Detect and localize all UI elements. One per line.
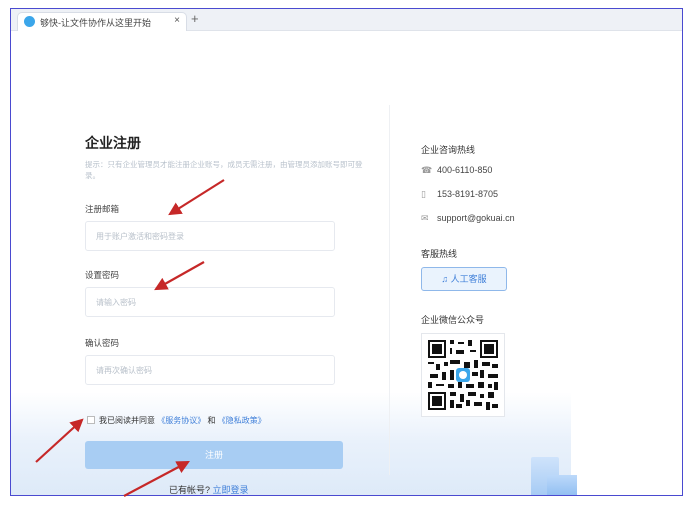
customer-service-label: 人工客服 <box>450 274 487 284</box>
email-label: 注册邮箱 <box>85 204 120 214</box>
tab-bar: 够快-让文件协作从这里开始 × + <box>11 9 682 31</box>
password-placeholder: 请输入密码 <box>96 298 136 307</box>
qr-code <box>421 333 505 417</box>
email-field[interactable]: 用于账户激活和密码登录 <box>85 221 335 251</box>
agree-text: 我已阅读并同意 <box>99 416 155 425</box>
register-button[interactable]: 注册 <box>85 441 343 469</box>
confirm-password-label: 确认密码 <box>85 338 120 348</box>
hotline-title: 企业咨询热线 <box>421 145 476 155</box>
wechat-title: 企业微信公众号 <box>421 315 485 325</box>
agree-checkbox[interactable] <box>87 416 95 424</box>
tab-close-icon[interactable]: × <box>174 15 180 26</box>
login-prompt: 已有帐号? 立即登录 <box>169 483 249 495</box>
terms-link[interactable]: 《服务协议》 <box>157 416 205 425</box>
phone-number: 400-6110-850 <box>437 165 493 175</box>
customer-service-button[interactable]: ♫ 人工客服 <box>421 267 507 291</box>
password-label: 设置密码 <box>85 270 120 280</box>
browser-window: 够快-让文件协作从这里开始 × + 企业注册 提示：只有企业管理员才能注册企业账… <box>10 8 683 496</box>
decorative-block <box>547 475 577 495</box>
confirm-password-placeholder: 请再次确认密码 <box>96 366 152 375</box>
tab-title: 够快-让文件协作从这里开始 <box>40 18 151 28</box>
phone-row: ☎ 400-6110-850 <box>421 165 492 176</box>
mobile-icon: ▯ <box>421 189 426 199</box>
support-email: support@gokuai.cn <box>437 213 515 223</box>
privacy-link[interactable]: 《隐私政策》 <box>218 416 266 425</box>
password-field[interactable]: 请输入密码 <box>85 287 335 317</box>
mobile-number: 153-8191-8705 <box>437 189 499 199</box>
confirm-password-field[interactable]: 请再次确认密码 <box>85 355 335 385</box>
form-hint: 提示：只有企业管理员才能注册企业账号，成员无需注册，由管理员添加账号即可登录。 <box>85 160 363 180</box>
browser-tab[interactable]: 够快-让文件协作从这里开始 × <box>17 12 187 31</box>
mobile-row: ▯ 153-8191-8705 <box>421 189 498 200</box>
site-favicon-icon <box>24 16 35 27</box>
phone-icon: ☎ <box>421 165 433 175</box>
email-placeholder: 用于账户激活和密码登录 <box>96 232 184 241</box>
toolbar-area <box>11 31 682 47</box>
page-content: 企业注册 提示：只有企业管理员才能注册企业账号，成员无需注册，由管理员添加账号即… <box>11 47 682 495</box>
page-title: 企业注册 <box>85 135 141 151</box>
mail-icon: ✉ <box>421 213 429 223</box>
service-title: 客服热线 <box>421 249 458 259</box>
headset-icon: ♫ <box>441 274 449 284</box>
and-text: 和 <box>207 416 216 425</box>
email-row: ✉ support@gokuai.cn <box>421 213 515 224</box>
qr-code-graphic <box>426 338 500 412</box>
register-form: 企业注册 提示：只有企业管理员才能注册企业账号，成员无需注册，由管理员添加账号即… <box>85 133 365 385</box>
login-link[interactable]: 立即登录 <box>213 485 249 495</box>
new-tab-icon[interactable]: + <box>191 11 199 26</box>
agreement-row: 我已阅读并同意 《服务协议》 和 《隐私政策》 <box>87 415 266 426</box>
have-account-text: 已有帐号? <box>169 485 211 495</box>
divider <box>389 105 390 475</box>
